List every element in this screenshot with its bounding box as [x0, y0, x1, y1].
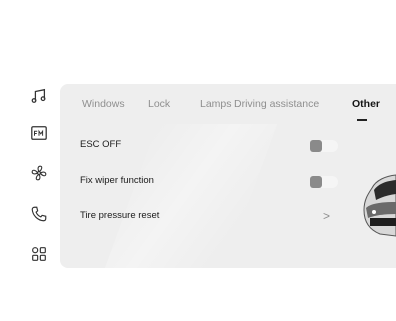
setting-label: Fix wiper function — [80, 175, 154, 186]
fm-radio-icon[interactable] — [29, 123, 49, 143]
left-icon-rail — [20, 84, 56, 274]
tab-other[interactable]: Other — [352, 98, 380, 110]
fix-wiper-toggle[interactable] — [310, 176, 338, 188]
tab-windows[interactable]: Windows — [82, 98, 125, 110]
setting-row-fix-wiper[interactable]: Fix wiper function — [80, 172, 350, 192]
phone-icon[interactable] — [29, 204, 49, 224]
active-tab-indicator — [357, 119, 367, 121]
tab-lock[interactable]: Lock — [148, 98, 170, 110]
tab-bar: Windows Lock Lamps Driving assistance Ot… — [60, 84, 396, 122]
setting-label: ESC OFF — [80, 139, 122, 150]
chevron-right-icon: > — [323, 209, 331, 223]
setting-label: Tire pressure reset — [80, 210, 160, 221]
setting-row-esc-off[interactable]: ESC OFF — [80, 136, 350, 156]
fan-icon[interactable] — [29, 163, 49, 183]
setting-row-tire-pressure-reset[interactable]: Tire pressure reset > — [80, 207, 350, 227]
toggle-knob — [310, 176, 322, 188]
toggle-knob — [310, 140, 322, 152]
tab-lamps[interactable]: Lamps — [200, 98, 232, 110]
car-illustration — [363, 174, 396, 237]
esc-off-toggle[interactable] — [310, 140, 338, 152]
music-note-icon[interactable] — [29, 86, 49, 106]
settings-panel: Windows Lock Lamps Driving assistance Ot… — [60, 84, 396, 268]
tab-driving-assistance[interactable]: Driving assistance — [234, 98, 319, 110]
apps-grid-icon[interactable] — [29, 244, 49, 264]
